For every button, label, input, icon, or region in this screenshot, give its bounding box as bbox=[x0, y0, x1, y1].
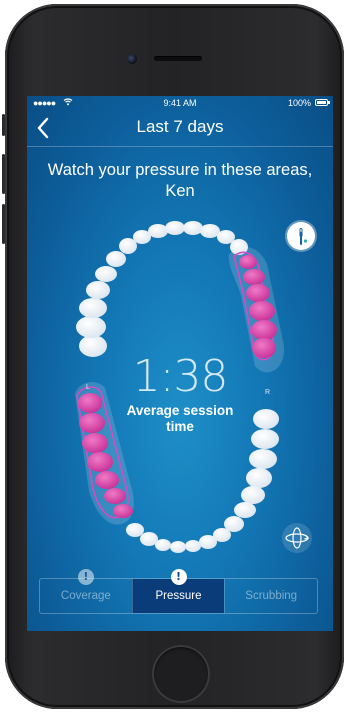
tooth[interactable] bbox=[148, 224, 168, 238]
tooth[interactable] bbox=[79, 335, 107, 357]
tooth-highlight[interactable] bbox=[78, 393, 102, 413]
tooth[interactable] bbox=[170, 541, 186, 553]
earpiece-speaker bbox=[154, 56, 202, 61]
tooth[interactable] bbox=[126, 523, 144, 537]
tooth[interactable] bbox=[249, 449, 277, 469]
tooth-highlight[interactable] bbox=[104, 488, 126, 504]
tooth[interactable] bbox=[200, 224, 220, 238]
metric-tabs: ! Coverage ! Pressure Scrubbing bbox=[39, 569, 318, 614]
right-side-label: R bbox=[265, 389, 271, 396]
tab-pressure[interactable]: ! Pressure bbox=[131, 569, 225, 613]
tooth[interactable] bbox=[185, 540, 201, 552]
tooth[interactable] bbox=[241, 486, 265, 504]
tooth-highlight[interactable] bbox=[82, 433, 108, 453]
tab-coverage[interactable]: ! Coverage bbox=[40, 569, 132, 613]
tooth-highlight[interactable] bbox=[95, 471, 119, 489]
app-screen: ●●●●● 9:41 AM 100% Last 7 days Watch you… bbox=[27, 96, 333, 631]
tooth[interactable] bbox=[253, 409, 279, 429]
alert-icon: ! bbox=[170, 569, 187, 585]
volume-up-button bbox=[2, 154, 5, 194]
tooth-highlight[interactable] bbox=[239, 255, 257, 269]
rotate-3d-icon bbox=[285, 527, 310, 549]
toothbrush-icon bbox=[299, 228, 308, 245]
toothbrush-button[interactable] bbox=[287, 222, 315, 250]
tooth[interactable] bbox=[251, 429, 279, 449]
tooth[interactable] bbox=[246, 468, 272, 488]
home-button[interactable] bbox=[152, 645, 210, 703]
tooth-highlight[interactable] bbox=[249, 301, 275, 321]
session-time-value: 1:38 bbox=[132, 351, 229, 402]
tab-label: Pressure bbox=[155, 590, 202, 602]
tab-label: Coverage bbox=[60, 590, 111, 602]
left-side-label: L bbox=[86, 384, 90, 391]
tooth[interactable] bbox=[76, 316, 106, 338]
tooth[interactable] bbox=[86, 281, 110, 299]
tooth[interactable] bbox=[140, 532, 158, 546]
session-time-label: Average session time bbox=[126, 403, 234, 434]
front-camera bbox=[127, 54, 137, 64]
tooth-highlight[interactable] bbox=[113, 504, 133, 518]
tooth-highlight[interactable] bbox=[252, 338, 276, 358]
tooth-highlight[interactable] bbox=[79, 413, 105, 433]
tooth-highlight[interactable] bbox=[87, 452, 113, 472]
mute-switch bbox=[2, 114, 5, 136]
tooth[interactable] bbox=[234, 502, 256, 518]
tooth[interactable] bbox=[183, 221, 203, 235]
tooth-highlight[interactable] bbox=[246, 284, 270, 302]
upper-jaw bbox=[76, 221, 285, 373]
tooth[interactable] bbox=[79, 298, 107, 318]
tooth-highlight[interactable] bbox=[251, 320, 277, 340]
tab-scrubbing[interactable]: Scrubbing bbox=[224, 579, 317, 613]
tooth[interactable] bbox=[106, 251, 126, 267]
tooth[interactable] bbox=[165, 221, 185, 235]
tooth[interactable] bbox=[199, 535, 217, 549]
tab-label: Scrubbing bbox=[245, 590, 298, 602]
tooth[interactable] bbox=[95, 266, 117, 282]
rotate-view-button[interactable] bbox=[282, 523, 312, 553]
volume-down-button bbox=[2, 204, 5, 244]
tooth-highlight[interactable] bbox=[243, 269, 265, 285]
alert-icon: ! bbox=[77, 569, 94, 585]
